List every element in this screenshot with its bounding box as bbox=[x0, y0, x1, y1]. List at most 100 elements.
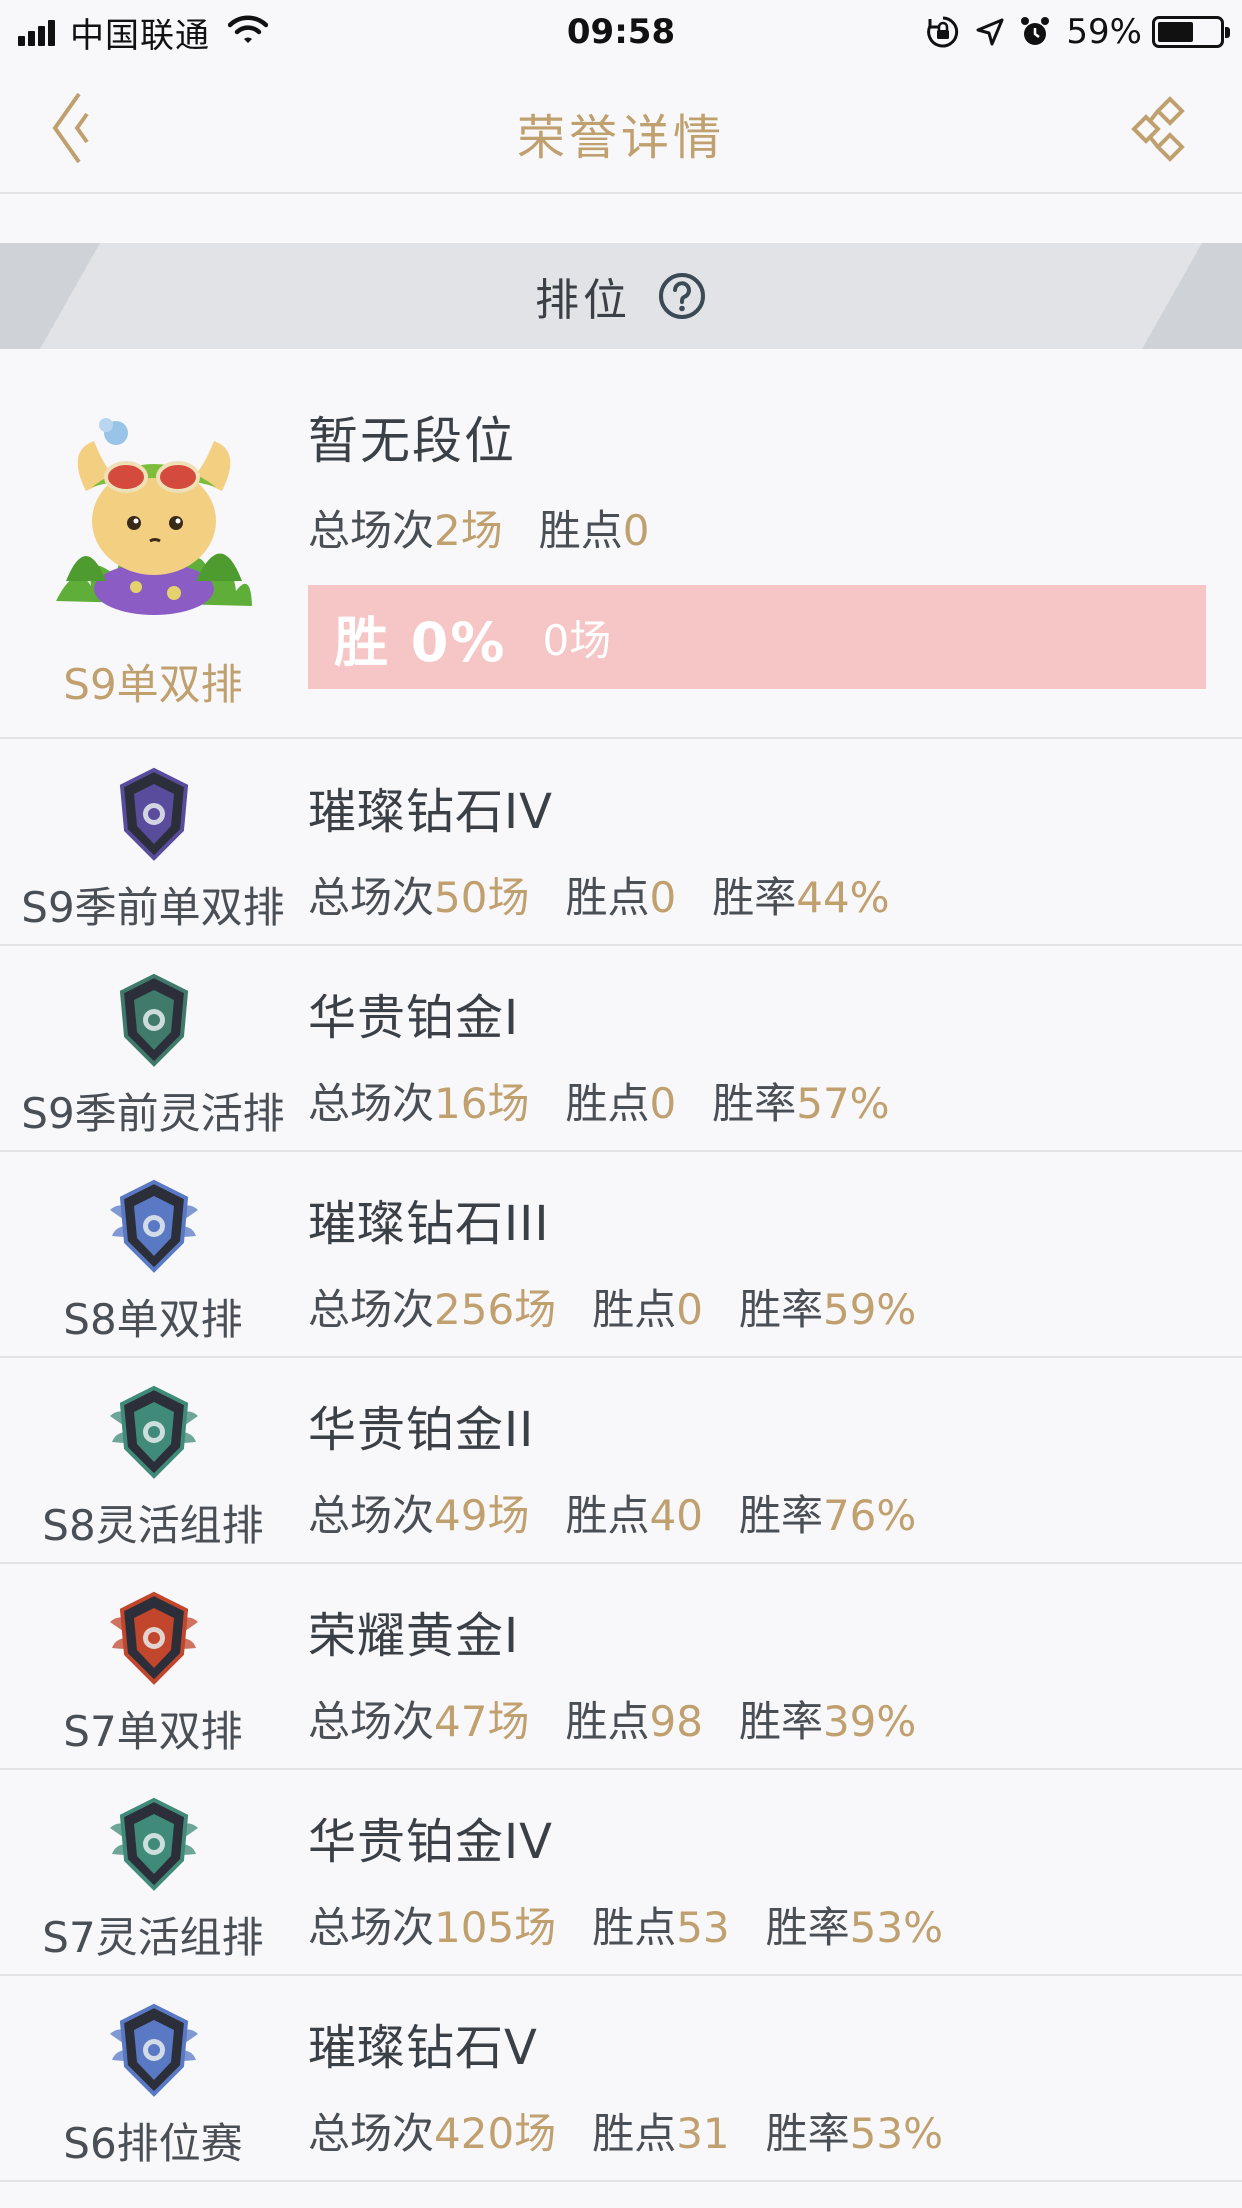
history-row[interactable]: S8单双排 璀璨钻石III 总场次256场 胜点0 胜率59% bbox=[0, 1152, 1242, 1358]
history-row[interactable]: S8灵活组排 华贵铂金II 总场次49场 胜点40 胜率76% bbox=[0, 1358, 1242, 1564]
total-games-value: 420场 bbox=[434, 2109, 557, 2158]
season-label: S7灵活组排 bbox=[42, 1913, 264, 1962]
current-season-card[interactable]: S9单双排 暂无段位 总场次2场 胜点0 胜 0% 0场 bbox=[0, 349, 1242, 739]
win-rate-bar: 胜 0% 0场 bbox=[308, 585, 1206, 689]
win-rate-value: 39% bbox=[822, 1697, 917, 1746]
rank-name: 璀璨钻石V bbox=[308, 2020, 538, 2076]
current-season-label: S9单双排 bbox=[63, 660, 243, 709]
rank-name: 华贵铂金IV bbox=[308, 1814, 553, 1870]
points-value: 0 bbox=[676, 1285, 703, 1334]
season-label: S9季前灵活排 bbox=[21, 1089, 285, 1138]
status-right: 59% bbox=[926, 10, 1230, 54]
win-rate-label: 胜率 bbox=[712, 1079, 797, 1128]
history-row[interactable]: S7单双排 荣耀黄金I 总场次47场 胜点98 胜率39% bbox=[0, 1564, 1242, 1770]
section-header: 排位 bbox=[0, 243, 1242, 349]
diamond-dark-emblem-icon bbox=[104, 764, 204, 864]
share-button[interactable] bbox=[1122, 88, 1202, 168]
diamond-winged-emblem-icon bbox=[104, 2000, 204, 2100]
history-row[interactable]: S9季前灵活排 华贵铂金I 总场次16场 胜点0 胜率57% bbox=[0, 946, 1242, 1152]
win-rate-label: 胜率 bbox=[738, 1491, 823, 1540]
status-bar: 中国联通 09:58 59% bbox=[0, 0, 1242, 62]
season-label: S8单双排 bbox=[63, 1295, 243, 1344]
battery-percent: 59% bbox=[1066, 12, 1142, 52]
nav-bar: 荣誉详情 bbox=[0, 62, 1242, 194]
current-stats: 总场次2场 胜点0 bbox=[308, 497, 650, 558]
points-value: 31 bbox=[676, 2109, 730, 2158]
win-rate-value: 53% bbox=[849, 1903, 944, 1952]
win-rate-value: 53% bbox=[849, 2109, 944, 2158]
battery-icon bbox=[1152, 16, 1230, 48]
row-stats: 总场次47场 胜点98 胜率39% bbox=[308, 1688, 916, 1749]
win-rate-label: 胜率 bbox=[738, 1697, 823, 1746]
total-games-label: 总场次 bbox=[308, 1285, 435, 1334]
total-games-label: 总场次 bbox=[308, 1079, 435, 1128]
win-games-text: 0场 bbox=[542, 615, 612, 665]
win-rate-value: 59% bbox=[822, 1285, 917, 1334]
row-stats: 总场次50场 胜点0 胜率44% bbox=[308, 864, 890, 925]
win-rate-value: 57% bbox=[796, 1079, 890, 1128]
total-games-value: 50场 bbox=[434, 873, 530, 922]
win-rate-label: 胜率 bbox=[738, 1285, 823, 1334]
row-stats: 总场次105场 胜点53 胜率53% bbox=[308, 1894, 943, 1955]
row-stats: 总场次256场 胜点0 胜率59% bbox=[308, 1276, 916, 1337]
points-label: 胜点 bbox=[565, 1697, 650, 1746]
points-label: 胜点 bbox=[592, 1285, 677, 1334]
win-rate-value: 44% bbox=[796, 873, 890, 922]
row-stats: 总场次49场 胜点40 胜率76% bbox=[308, 1482, 916, 1543]
alarm-icon bbox=[1020, 16, 1050, 48]
season-history-list: S9季前单双排 璀璨钻石IV 总场次50场 胜点0 胜率44% S9季前灵活排 华贵… bbox=[0, 740, 1242, 2182]
season-label: S7单双排 bbox=[63, 1707, 243, 1756]
history-row[interactable]: S7灵活组排 华贵铂金IV 总场次105场 胜点53 胜率53% bbox=[0, 1770, 1242, 1976]
history-row[interactable]: S6排位赛 璀璨钻石V 总场次420场 胜点31 胜率53% bbox=[0, 1976, 1242, 2182]
win-rate-text: 胜 0% bbox=[334, 610, 507, 674]
win-rate-label: 胜率 bbox=[765, 2109, 850, 2158]
points-label: 胜点 bbox=[565, 873, 650, 922]
rank-name: 璀璨钻石IV bbox=[308, 784, 553, 840]
points-label: 胜点 bbox=[565, 1079, 650, 1128]
platinum-dark-emblem-icon bbox=[104, 970, 204, 1070]
rank-name: 华贵铂金II bbox=[308, 1402, 535, 1458]
rank-name: 荣耀黄金I bbox=[308, 1608, 520, 1664]
total-games-label: 总场次 bbox=[308, 2109, 435, 2158]
win-rate-value: 76% bbox=[822, 1491, 917, 1540]
total-games-label: 总场次 bbox=[308, 1903, 435, 1952]
share-icon bbox=[1131, 96, 1185, 162]
gold-emblem-icon bbox=[104, 1588, 204, 1688]
points-label: 胜点 bbox=[592, 1903, 677, 1952]
points-value: 40 bbox=[649, 1491, 703, 1540]
season-label: S6排位赛 bbox=[63, 2119, 243, 2168]
points-value: 0 bbox=[649, 1079, 677, 1128]
total-games-value: 2场 bbox=[434, 506, 503, 555]
win-rate-label: 胜率 bbox=[765, 1903, 850, 1952]
points-label: 胜点 bbox=[565, 1491, 650, 1540]
teemo-avatar-icon bbox=[46, 411, 262, 621]
rank-name: 华贵铂金I bbox=[308, 990, 520, 1046]
total-games-label: 总场次 bbox=[308, 1697, 435, 1746]
rotation-lock-icon bbox=[926, 15, 960, 49]
total-games-value: 256场 bbox=[434, 1285, 557, 1334]
current-rank: 暂无段位 bbox=[308, 412, 516, 470]
platinum-emblem-icon bbox=[104, 1794, 204, 1894]
points-value: 98 bbox=[649, 1697, 703, 1746]
row-stats: 总场次16场 胜点0 胜率57% bbox=[308, 1070, 890, 1131]
history-row[interactable]: S9季前单双排 璀璨钻石IV 总场次50场 胜点0 胜率44% bbox=[0, 740, 1242, 946]
season-label: S8灵活组排 bbox=[42, 1501, 264, 1550]
location-arrow-icon bbox=[976, 18, 1004, 46]
points-value: 0 bbox=[622, 506, 650, 555]
row-stats: 总场次420场 胜点31 胜率53% bbox=[308, 2100, 943, 2161]
win-rate-label: 胜率 bbox=[712, 873, 797, 922]
points-value: 53 bbox=[676, 1903, 730, 1952]
platinum-emblem-icon bbox=[104, 1382, 204, 1482]
total-games-label: 总场次 bbox=[308, 1491, 435, 1540]
season-label: S9季前单双排 bbox=[21, 883, 285, 932]
points-label: 胜点 bbox=[538, 506, 623, 555]
rank-name: 璀璨钻石III bbox=[308, 1196, 550, 1252]
points-label: 胜点 bbox=[592, 2109, 677, 2158]
points-value: 0 bbox=[649, 873, 677, 922]
help-button[interactable] bbox=[657, 271, 707, 321]
total-games-label: 总场次 bbox=[308, 506, 435, 555]
page-title: 荣誉详情 bbox=[516, 110, 725, 166]
question-circle-icon bbox=[659, 273, 705, 319]
total-games-value: 16场 bbox=[434, 1079, 530, 1128]
total-games-value: 49场 bbox=[434, 1491, 530, 1540]
